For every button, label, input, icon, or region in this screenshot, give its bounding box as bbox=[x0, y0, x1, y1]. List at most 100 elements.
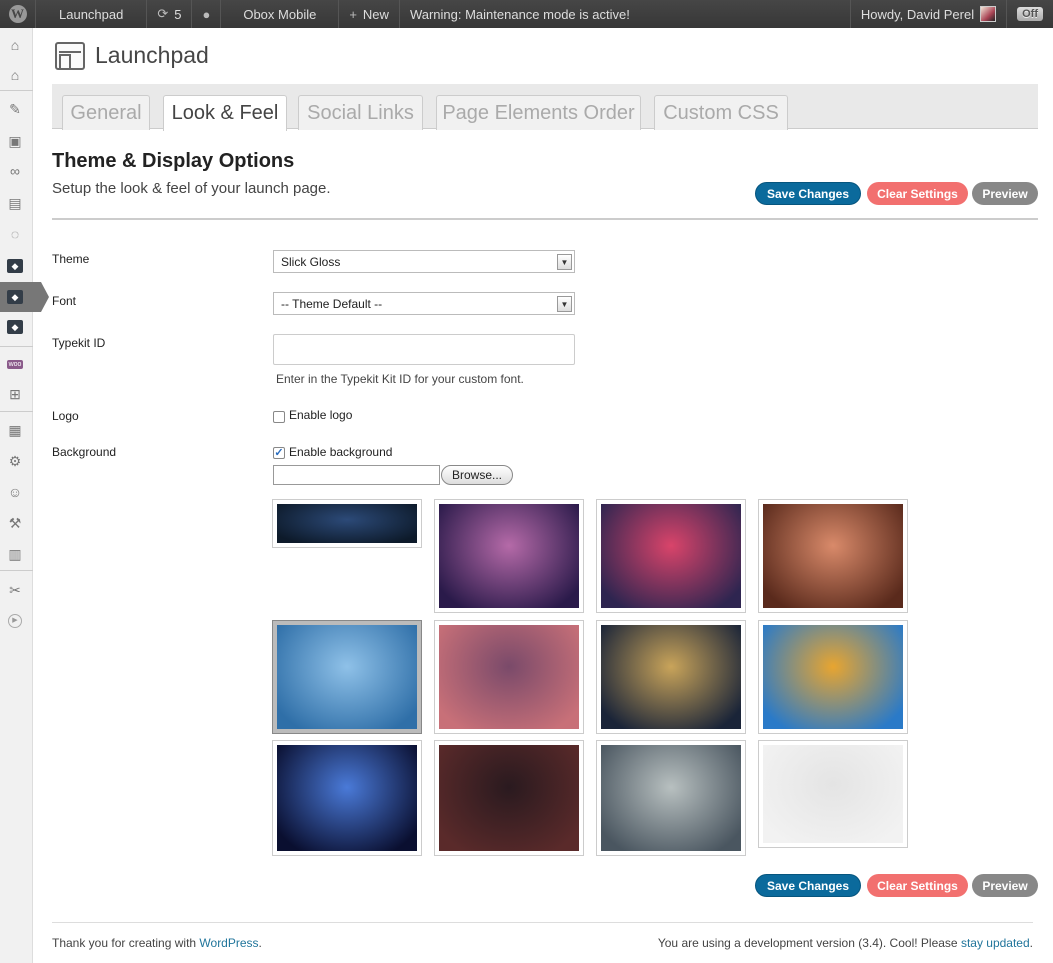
background-image bbox=[439, 625, 579, 729]
new-content-menu[interactable]: + New bbox=[339, 0, 400, 28]
enable-logo-label[interactable]: Enable logo bbox=[289, 408, 352, 422]
new-label: New bbox=[362, 6, 389, 22]
footer-credit-suffix: . bbox=[258, 936, 262, 950]
site-name-menu[interactable]: Launchpad bbox=[36, 0, 148, 28]
wordpress-icon: W bbox=[8, 5, 27, 23]
preview-button-top[interactable]: Preview bbox=[972, 182, 1038, 205]
plus-icon: + bbox=[349, 6, 357, 22]
woocommerce-icon[interactable]: woo bbox=[6, 355, 24, 373]
wordpress-logo-menu[interactable]: W bbox=[0, 0, 36, 28]
warning-text: Warning: Maintenance mode is active! bbox=[409, 6, 630, 22]
comments-menu[interactable]: ● bbox=[192, 0, 222, 28]
save-changes-button-bottom[interactable]: Save Changes bbox=[755, 874, 861, 897]
background-thumbnail[interactable] bbox=[272, 620, 422, 734]
background-thumbnail[interactable] bbox=[596, 740, 746, 856]
tab-custom-css[interactable]: Custom CSS bbox=[654, 95, 788, 130]
enable-background-label[interactable]: Enable background bbox=[289, 445, 392, 459]
typekit-label: Typekit ID bbox=[52, 336, 106, 350]
collapse-menu-icon[interactable]: ▶ bbox=[6, 612, 24, 630]
account-menu[interactable]: Howdy, David Perel bbox=[849, 0, 1006, 28]
avatar bbox=[980, 6, 997, 22]
footer-credit: Thank you for creating with WordPress. bbox=[52, 936, 262, 950]
tab-label: Look & Feel bbox=[171, 102, 279, 124]
background-thumbnail[interactable] bbox=[272, 499, 422, 548]
background-image bbox=[277, 745, 417, 851]
tab-social-links[interactable]: Social Links bbox=[298, 95, 423, 130]
comments-icon[interactable]: ◌ bbox=[6, 225, 24, 243]
appearance-icon[interactable]: ▦ bbox=[6, 421, 24, 439]
users-icon[interactable]: ☺ bbox=[6, 483, 24, 501]
pin-icon[interactable]: ✎ bbox=[6, 100, 24, 118]
background-image bbox=[763, 625, 903, 729]
tab-bar: General Look & Feel Social Links Page El… bbox=[52, 84, 1038, 131]
background-image bbox=[277, 504, 417, 543]
tab-page-elements-order[interactable]: Page Elements Order bbox=[436, 95, 641, 130]
background-thumbnail[interactable] bbox=[434, 499, 584, 613]
dashboard-icon[interactable]: ⌂ bbox=[6, 36, 24, 54]
font-select[interactable]: -- Theme Default -- ▼ bbox=[273, 292, 575, 315]
background-thumbnail[interactable] bbox=[272, 740, 422, 856]
admin-bar: W Launchpad ⟳ 5 ● Obox Mobile + New Warn… bbox=[0, 0, 1053, 28]
toggle-label: Off bbox=[1017, 7, 1043, 21]
section-title: Theme & Display Options bbox=[52, 150, 295, 172]
links-icon[interactable]: ∞ bbox=[6, 162, 24, 180]
enable-logo-checkbox[interactable] bbox=[273, 411, 285, 423]
section-divider bbox=[52, 218, 1038, 220]
background-image bbox=[763, 745, 903, 843]
tab-label: Page Elements Order bbox=[442, 101, 635, 124]
logo-label: Logo bbox=[52, 409, 79, 423]
background-file-field[interactable] bbox=[273, 465, 440, 485]
refresh-icon: ⟳ bbox=[157, 6, 169, 21]
sidebar-separator bbox=[0, 90, 33, 91]
obox-themes-icon[interactable]: ◆ bbox=[7, 320, 23, 334]
site-link-menu[interactable]: Obox Mobile bbox=[221, 0, 340, 28]
updates-count: 5 bbox=[174, 6, 182, 22]
scissors-icon[interactable]: ✂ bbox=[6, 581, 24, 599]
cart-icon[interactable]: ⊞ bbox=[6, 385, 24, 403]
font-label: Font bbox=[52, 294, 77, 308]
launchpad-icon[interactable]: ◆ bbox=[7, 290, 23, 304]
background-thumbnail[interactable] bbox=[596, 620, 746, 734]
chevron-down-icon: ▼ bbox=[557, 254, 572, 270]
background-thumbnail[interactable] bbox=[758, 740, 908, 848]
background-image bbox=[439, 504, 579, 608]
tab-label: Custom CSS bbox=[663, 101, 779, 124]
obox-icon[interactable]: ◆ bbox=[7, 259, 23, 273]
media-icon[interactable]: ▣ bbox=[6, 132, 24, 150]
tab-look-and-feel[interactable]: Look & Feel bbox=[163, 95, 287, 131]
footer-version-suffix: . bbox=[1029, 936, 1033, 950]
store-icon[interactable]: ⌂ bbox=[6, 66, 24, 84]
plugins-icon[interactable]: ⚙ bbox=[6, 452, 24, 470]
admin-sidebar: ⌂ ⌂ ✎ ▣ ∞ ▤ ◌ ◆ ◆ ◆ woo ⊞ ▦ ⚙ ☺ ⚒ ▥ ✂ ▶ bbox=[0, 28, 49, 963]
background-image bbox=[601, 504, 741, 608]
clear-settings-button-top[interactable]: Clear Settings bbox=[867, 182, 968, 205]
wordpress-link[interactable]: WordPress bbox=[199, 936, 258, 950]
background-thumbnail[interactable] bbox=[596, 499, 746, 613]
maintenance-warning[interactable]: Warning: Maintenance mode is active! bbox=[400, 0, 640, 28]
section-description: Setup the look & feel of your launch pag… bbox=[52, 180, 331, 197]
stay-updated-link[interactable]: stay updated bbox=[961, 936, 1030, 950]
background-thumbnail[interactable] bbox=[434, 740, 584, 856]
updates-menu[interactable]: ⟳ 5 bbox=[147, 0, 193, 28]
background-image bbox=[601, 745, 741, 851]
background-thumbnail[interactable] bbox=[758, 620, 908, 734]
preview-button-bottom[interactable]: Preview bbox=[972, 874, 1038, 897]
chevron-down-icon: ▼ bbox=[557, 296, 572, 312]
launchpad-page-icon bbox=[55, 42, 85, 70]
background-thumbnail[interactable] bbox=[758, 499, 908, 613]
save-changes-button-top[interactable]: Save Changes bbox=[755, 182, 861, 205]
browse-button[interactable]: Browse... bbox=[441, 465, 513, 485]
enable-background-checkbox[interactable]: ✓ bbox=[273, 447, 285, 459]
background-image bbox=[601, 625, 741, 729]
theme-select[interactable]: Slick Gloss ▼ bbox=[273, 250, 575, 273]
maintenance-toggle[interactable]: Off bbox=[1006, 0, 1053, 28]
background-thumbnail[interactable] bbox=[434, 620, 584, 734]
site-name: Launchpad bbox=[59, 6, 124, 22]
pages-icon[interactable]: ▤ bbox=[6, 194, 24, 212]
greeting: Howdy, David Perel bbox=[860, 6, 975, 22]
tab-general[interactable]: General bbox=[62, 95, 150, 130]
tools-icon[interactable]: ⚒ bbox=[6, 514, 24, 532]
typekit-input[interactable] bbox=[273, 334, 575, 365]
settings-icon[interactable]: ▥ bbox=[6, 545, 24, 563]
clear-settings-button-bottom[interactable]: Clear Settings bbox=[867, 874, 968, 897]
